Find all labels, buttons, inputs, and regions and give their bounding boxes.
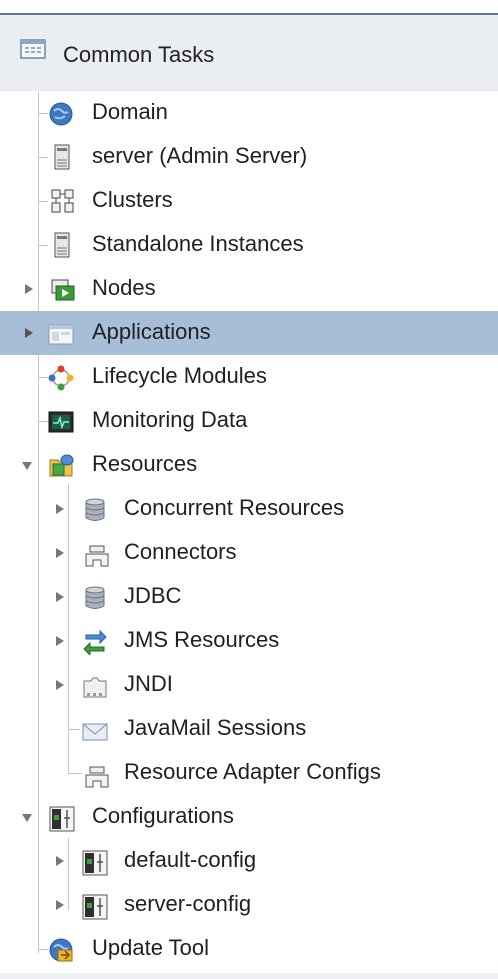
expand-arrow-icon[interactable]: [54, 503, 66, 515]
tree-item-label: JDBC: [124, 583, 182, 608]
tree-item-concurrent-resources[interactable]: Concurrent Resources: [0, 487, 498, 531]
tree-item-connectors[interactable]: Connectors: [0, 531, 498, 575]
server-icon: [54, 144, 70, 170]
expand-arrow-icon[interactable]: [54, 899, 66, 911]
monitor-icon: [48, 411, 74, 433]
branch-line: [38, 245, 48, 246]
tree-item-label: Nodes: [92, 275, 156, 300]
tree-item-server-config[interactable]: server-config: [0, 883, 498, 927]
tree-item-label: Resources: [92, 451, 198, 476]
expand-arrow-icon[interactable]: [23, 327, 35, 339]
tree-item-label: JavaMail Sessions: [124, 715, 307, 740]
branch-line: [68, 773, 82, 774]
branch-line: [38, 421, 48, 422]
tree-item-domain[interactable]: Domain: [0, 91, 498, 135]
tree-item-jdbc[interactable]: JDBC: [0, 575, 498, 619]
tree-item-label: Clusters: [92, 187, 173, 212]
node-icon: [51, 279, 75, 301]
tree-item-server-admin[interactable]: server (Admin Server): [0, 135, 498, 179]
branch-line: [38, 949, 48, 950]
tree-item-applications[interactable]: Applications: [0, 311, 498, 355]
tree-item-label: Applications: [92, 319, 211, 344]
expand-arrow-icon[interactable]: [23, 283, 35, 295]
common-tasks-header[interactable]: Common Tasks: [0, 15, 498, 91]
tree-item-label: Resource Adapter Configs: [124, 759, 381, 784]
update-tool-icon: [49, 938, 73, 962]
tree-item-standalone-instances[interactable]: Standalone Instances: [0, 223, 498, 267]
tree-item-default-config[interactable]: default-config: [0, 839, 498, 883]
tree-item-nodes[interactable]: Nodes: [0, 267, 498, 311]
tree-item-configurations[interactable]: Configurations: [0, 795, 498, 839]
tree-item-lifecycle-modules[interactable]: Lifecycle Modules: [0, 355, 498, 399]
jms-arrows-icon: [83, 629, 107, 655]
tree-item-label: Lifecycle Modules: [92, 363, 267, 388]
tree-item-jndi[interactable]: JNDI: [0, 663, 498, 707]
tree-item-label: Configurations: [92, 803, 234, 828]
tree-item-resource-adapter-configs[interactable]: Resource Adapter Configs: [0, 751, 498, 795]
tree-item-label: default-config: [124, 847, 257, 872]
tree-item-label: Domain: [92, 99, 168, 124]
branch-line: [38, 201, 48, 202]
database-icon: [85, 586, 105, 609]
globe-icon: [49, 102, 73, 126]
expand-arrow-icon[interactable]: [54, 591, 66, 603]
config-icon: [82, 894, 108, 920]
tree-item-label: Standalone Instances: [92, 231, 304, 256]
bottom-divider: [0, 973, 498, 979]
cluster-icon: [51, 189, 74, 213]
tree-item-clusters[interactable]: Clusters: [0, 179, 498, 223]
table-icon: [20, 39, 46, 59]
branch-line: [38, 157, 48, 158]
expand-arrow-icon[interactable]: [54, 547, 66, 559]
tree-item-label: Update Tool: [92, 935, 210, 960]
window-icon: [48, 324, 74, 345]
database-icon: [85, 498, 105, 521]
config-icon: [49, 806, 75, 832]
resources-icon: [49, 454, 74, 477]
tree-item-resources[interactable]: Resources: [0, 443, 498, 487]
tree-item-monitoring-data[interactable]: Monitoring Data: [0, 399, 498, 443]
tree-item-label: Monitoring Data: [92, 407, 248, 432]
tree-item-label: Concurrent Resources: [124, 495, 345, 520]
tree-item-update-tool[interactable]: Update Tool: [0, 927, 498, 971]
expand-arrow-icon[interactable]: [54, 635, 66, 647]
tree-item-javamail-sessions[interactable]: JavaMail Sessions: [0, 707, 498, 751]
collapse-arrow-icon[interactable]: [21, 460, 33, 472]
branch-line: [38, 377, 48, 378]
tree-item-label: JMS Resources: [124, 627, 280, 652]
tree-item-label: server-config: [124, 891, 252, 916]
tree-item-jms-resources[interactable]: JMS Resources: [0, 619, 498, 663]
server-icon: [54, 232, 70, 258]
lifecycle-icon: [48, 365, 74, 391]
connector-icon: [85, 545, 109, 567]
connector-icon: [85, 766, 109, 788]
tree-item-label: Connectors: [124, 539, 237, 564]
collapse-arrow-icon[interactable]: [21, 812, 33, 824]
branch-line: [38, 113, 48, 114]
jndi-icon: [83, 677, 107, 698]
config-icon: [82, 850, 108, 876]
common-tasks-label: Common Tasks: [63, 42, 215, 67]
tree-item-label: server (Admin Server): [92, 143, 308, 168]
envelope-icon: [82, 723, 108, 741]
expand-arrow-icon[interactable]: [54, 679, 66, 691]
expand-arrow-icon[interactable]: [54, 855, 66, 867]
branch-line: [68, 729, 80, 730]
tree-item-label: JNDI: [124, 671, 173, 696]
